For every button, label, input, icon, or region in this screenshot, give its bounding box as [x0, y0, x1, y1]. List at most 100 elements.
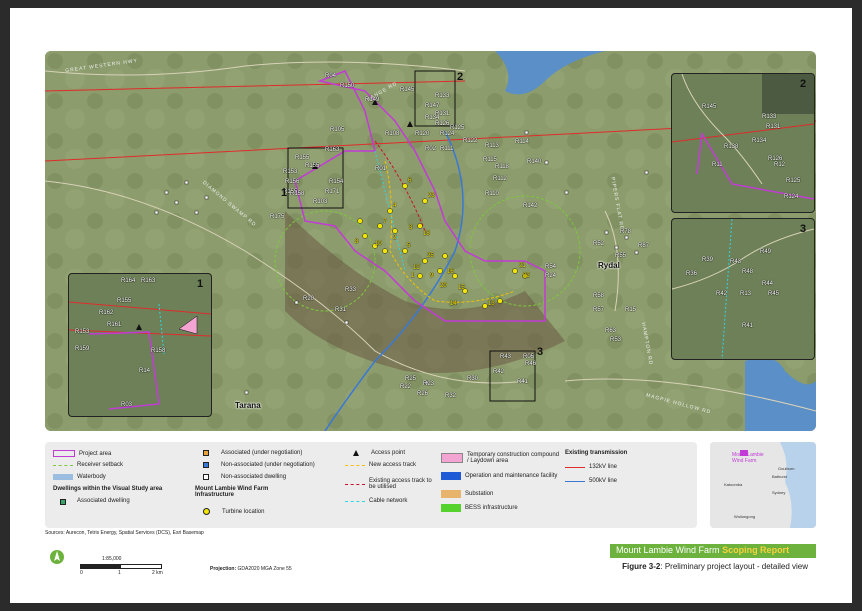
receiver-label: R113	[485, 143, 499, 149]
scale-tick: 0	[80, 570, 83, 576]
legend-bess: BESS infrastructure	[441, 504, 518, 512]
receiver-label: R54	[545, 264, 557, 270]
scale-bar-graphic	[80, 564, 162, 569]
receiver-label: R32	[445, 393, 457, 399]
receiver-label: R155	[305, 163, 320, 169]
locator-town: Wollongong	[734, 514, 756, 519]
inset-label: R36	[686, 271, 698, 277]
scale-ratio: 1:85,000	[102, 556, 122, 562]
receiver-label: R105	[330, 127, 345, 133]
receiver-label: R103	[313, 199, 328, 205]
turbine-label: 2	[393, 235, 397, 241]
receiver-label: R43	[500, 354, 512, 360]
inset-label: R13	[740, 291, 752, 297]
receiver-label: R41	[517, 379, 529, 385]
locator-town: Bathurst	[772, 474, 787, 479]
locator-town: Sydney	[772, 490, 786, 495]
inset-label: R159	[75, 346, 90, 352]
inset-label: R124	[784, 194, 799, 200]
receiver-label: R57	[593, 307, 605, 313]
receiver-label: R149	[365, 97, 380, 103]
inset-label: R131	[766, 124, 781, 130]
inset-2: 2 R145 R133 R131 R134 R138 R126 R125 R12…	[671, 73, 815, 213]
receiver-label: R112	[493, 176, 507, 182]
receiver-label: R126	[435, 121, 450, 127]
receiver-label: R150	[340, 83, 355, 89]
turbine-label: 18	[423, 231, 430, 237]
inset-label: R153	[75, 329, 90, 335]
receiver-label: R147	[425, 103, 440, 109]
town-label: Rydal	[598, 261, 620, 270]
inset-label: R133	[762, 114, 777, 120]
receiver-label: R04	[325, 73, 337, 79]
receiver-label: R25	[405, 376, 417, 382]
inset-3-canvas	[672, 219, 814, 359]
receiver-label: R153	[283, 169, 298, 175]
inset-label: R134	[752, 138, 767, 144]
inset-label: R48	[742, 269, 754, 275]
receiver-label: R122	[463, 138, 478, 144]
receiver-label: R154	[329, 179, 344, 185]
inset-label: R41	[742, 323, 754, 329]
scale-tick: 1	[118, 570, 121, 576]
inset-label: R39	[702, 257, 714, 263]
legend-existing-track: Existing access track to be utilised	[345, 478, 435, 490]
receiver-label: R58	[593, 293, 605, 299]
inset-1-canvas	[69, 301, 211, 410]
map-legend: Project area Receiver setback Waterbody …	[45, 442, 697, 528]
inset-label: R12	[774, 162, 786, 168]
inset-marker-3: 3	[537, 346, 544, 358]
inset-label: R03	[121, 402, 133, 408]
legend-access-point: Access point	[345, 450, 405, 456]
receiver-label: R111	[440, 146, 454, 152]
receiver-label: R110	[485, 191, 499, 197]
legend-cable-network: Cable network	[345, 498, 407, 504]
receiver-label: R171	[325, 189, 340, 195]
inset-1-number: 1	[197, 278, 204, 290]
inset-label: R158	[151, 348, 166, 354]
footer-title: Mount Lambie Wind Farm Scoping Report	[616, 545, 790, 555]
legend-turbine: Turbine location	[195, 508, 264, 515]
inset-label: R43	[730, 259, 742, 265]
inset-label: R42	[716, 291, 728, 297]
turbine-label: 15	[458, 285, 465, 291]
receiver-label: R115	[483, 157, 497, 163]
legend-waterbody: Waterbody	[53, 474, 106, 480]
turbine-label: 12	[413, 265, 420, 271]
receiver-label: R145	[400, 87, 415, 93]
inset-marker-1: 1	[281, 187, 288, 199]
turbine-label: 22	[523, 273, 530, 279]
receiver-label: R142	[523, 203, 538, 209]
inset-label: R14	[139, 368, 151, 374]
main-map: GREAT WESTERN HWY RANGE RD DIAMOND SWAMP…	[45, 51, 816, 431]
locator-town: Katoomba	[724, 482, 743, 487]
sources-text: Sources: Aurecon, Tetris Energy, Spatial…	[45, 530, 204, 536]
inset-label: R164	[121, 278, 136, 284]
receiver-label: R140	[527, 159, 542, 165]
inset-label: R145	[702, 104, 717, 110]
figure-page: GREAT WESTERN HWY RANGE RD DIAMOND SWAMP…	[10, 8, 852, 603]
inset-2-number: 2	[800, 78, 807, 90]
receiver-label: R33	[345, 287, 357, 293]
legend-substation: Substation	[441, 490, 493, 498]
legend-transmission-heading: Existing transmission	[565, 450, 628, 456]
locator-town: Goulburn	[778, 466, 795, 471]
legend-dwellings-heading: Dwellings within the Visual Study area	[53, 486, 163, 492]
legend-infra-heading: Mount Lambie Wind Farm Infrastructure	[195, 486, 269, 498]
receiver-label: R156	[285, 179, 300, 185]
receiver-label: R133	[435, 93, 450, 99]
receiver-label: R46	[525, 361, 537, 367]
legend-132kv: 132kV line	[565, 464, 617, 470]
turbine-label: 7	[383, 219, 387, 225]
inset-1: 1 R164 R163 R155 R162 R161 R153 R159 R15…	[68, 273, 212, 417]
receiver-label: R124	[440, 131, 455, 137]
turbine-label: 20	[440, 283, 447, 289]
receiver-label: R24	[545, 273, 557, 279]
receiver-label: R20	[303, 296, 315, 302]
legend-associated-dwelling: Associated dwelling	[53, 498, 130, 505]
receiver-label: R31	[335, 307, 347, 313]
inset-3: 3 R39 R49 R43 R36 R48 R44 R42 R13 R45 R4…	[671, 218, 815, 360]
inset-label: R162	[99, 310, 114, 316]
north-arrow-icon	[50, 550, 64, 564]
locator-project-label: Mount Lambie Wind Farm	[732, 452, 764, 464]
